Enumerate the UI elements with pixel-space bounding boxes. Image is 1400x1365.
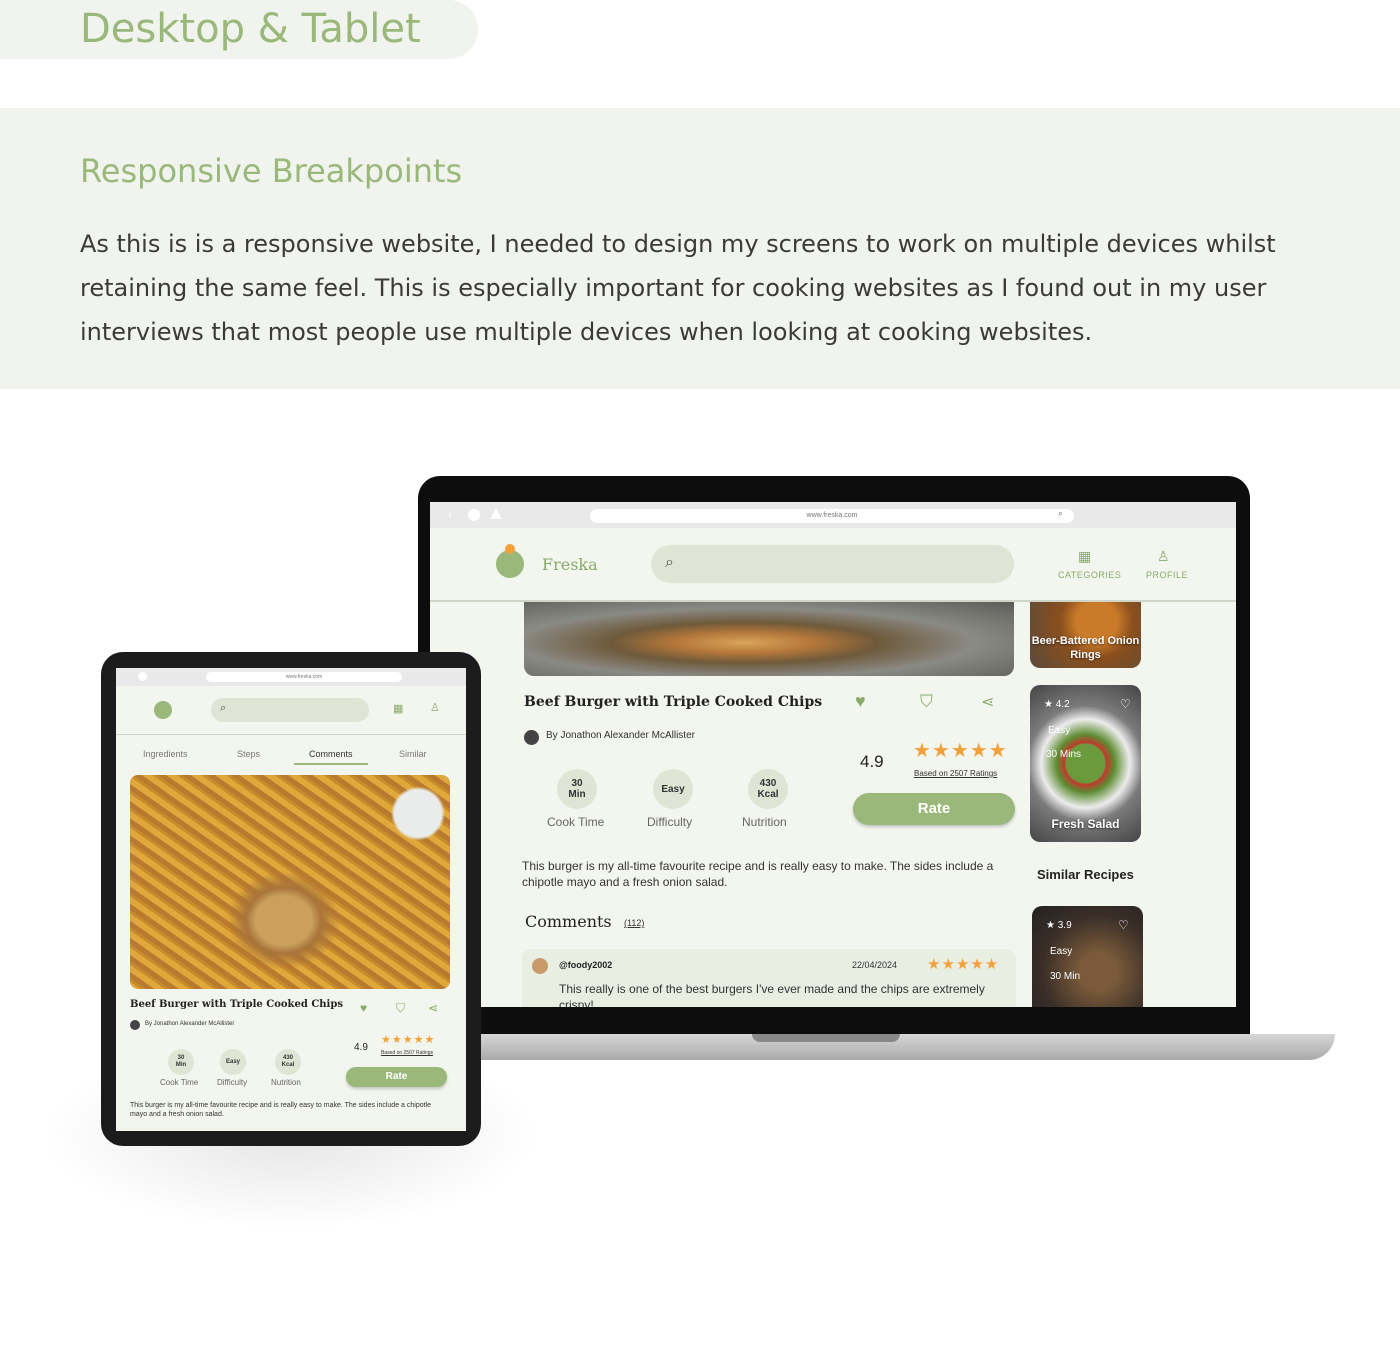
- similar-card-heart-icon[interactable]: ♡: [1118, 918, 1129, 932]
- reload-icon[interactable]: [138, 672, 147, 681]
- similar-card-onion-rings[interactable]: Beer-Battered Onion Rings: [1030, 602, 1141, 668]
- comment-card: @foody2002 22/04/2024 ★★★★★ This really …: [522, 949, 1016, 1007]
- share-icon[interactable]: ⋖: [428, 1001, 438, 1015]
- back-icon[interactable]: ‹: [448, 507, 452, 521]
- similar-card-title: Fresh Salad: [1051, 817, 1120, 831]
- tab-steps[interactable]: Steps: [237, 749, 260, 759]
- laptop-notch: [752, 1034, 900, 1042]
- stat-nutrition-value: 430 Kcal: [748, 769, 788, 809]
- stat-difficulty-label: Difficulty: [647, 815, 693, 829]
- stat-nutrition-value: 430 Kcal: [275, 1049, 301, 1075]
- rating-stars: ★★★★★: [913, 740, 1008, 762]
- url-bar[interactable]: www.freska.com: [590, 509, 1074, 523]
- similar-card-rating: ★ 3.9: [1046, 920, 1072, 931]
- comment-date: 22/04/2024: [852, 960, 898, 970]
- comment-user[interactable]: @foody2002: [559, 960, 612, 970]
- search-input[interactable]: ⌕: [651, 545, 1014, 583]
- rating-value: 4.9: [354, 1042, 368, 1053]
- commenter-avatar[interactable]: [532, 958, 548, 974]
- similar-card-heart-icon[interactable]: ♡: [1120, 697, 1131, 711]
- intro-heading: Responsive Breakpoints: [80, 152, 463, 190]
- recipe-title: Beef Burger with Triple Cooked Chips: [130, 999, 343, 1010]
- nav-profile[interactable]: PROFILE: [1146, 570, 1188, 580]
- stat-nutrition-label: Nutrition: [742, 815, 787, 829]
- similar-card-title: Beer-Battered Onion Rings: [1031, 635, 1140, 661]
- search-icon: ⌕: [665, 554, 674, 571]
- stat-cook-time-value: 30 Min: [557, 769, 597, 809]
- categories-grid-icon[interactable]: ▦: [1078, 548, 1091, 565]
- recipe-title: Beef Burger with Triple Cooked Chips: [524, 694, 823, 710]
- tablet-browser-bar: www.freska.com: [116, 668, 466, 686]
- app-header: Freska ⌕ ▦ CATEGORIES ♙ PROFILE: [430, 528, 1236, 602]
- url-text: www.freska.com: [285, 674, 323, 680]
- recipe-hero-image: [524, 602, 1014, 676]
- url-bar[interactable]: www.freska.com: [206, 672, 402, 682]
- similar-card-difficulty: Easy: [1048, 725, 1071, 736]
- ratings-count-link[interactable]: Based on 2507 Ratings: [914, 769, 997, 778]
- recipe-author[interactable]: By Jonathon Alexander McAllister: [546, 730, 695, 741]
- stat-cook-time-label: Cook Time: [547, 815, 605, 829]
- comment-stars: ★★★★★: [927, 956, 1000, 973]
- stat-difficulty-value: Easy: [220, 1049, 246, 1075]
- similar-recipes-heading: Similar Recipes: [1037, 867, 1134, 882]
- similar-card-rating: ★ 4.2: [1044, 699, 1070, 710]
- search-icon: ⌕: [1058, 508, 1064, 518]
- similar-card-third[interactable]: ★ 3.9 ♡ Easy 30 Min: [1032, 906, 1143, 1007]
- recipe-description: This burger is my all-time favourite rec…: [130, 1102, 432, 1118]
- rate-button[interactable]: Rate: [853, 793, 1015, 825]
- profile-icon[interactable]: ♙: [1157, 548, 1170, 565]
- similar-card-time: 30 Mins: [1046, 749, 1082, 760]
- stat-difficulty-label: Difficulty: [217, 1078, 248, 1087]
- author-avatar[interactable]: [130, 1020, 140, 1030]
- section-title: Desktop & Tablet: [80, 6, 421, 52]
- similar-card-difficulty: Easy: [1050, 946, 1073, 957]
- profile-icon[interactable]: ♙: [430, 701, 440, 714]
- browser-bar: ‹ www.freska.com ⌕: [430, 502, 1236, 528]
- logo-food-icon: [505, 544, 515, 554]
- logo-bowl-icon[interactable]: [496, 544, 524, 578]
- reload-icon[interactable]: [468, 509, 480, 521]
- tab-comments[interactable]: Comments: [309, 749, 353, 759]
- rate-button[interactable]: Rate: [346, 1067, 447, 1087]
- brand-name[interactable]: Freska: [542, 555, 598, 574]
- rating-stars: ★★★★★: [381, 1034, 436, 1046]
- tab-similar[interactable]: Similar: [399, 749, 427, 759]
- rating-value: 4.9: [860, 752, 884, 771]
- nav-categories[interactable]: CATEGORIES: [1058, 570, 1121, 580]
- url-text: www.freska.com: [806, 512, 858, 519]
- bookmark-icon[interactable]: ⛉: [920, 692, 933, 712]
- categories-grid-icon[interactable]: ▦: [393, 702, 403, 715]
- bookmark-icon[interactable]: ⛉: [396, 1001, 405, 1016]
- author-avatar[interactable]: [524, 730, 539, 745]
- tablet-screen: www.freska.com ⌕ ▦ ♙ Ingredients Steps C…: [116, 668, 466, 1131]
- stat-cook-time-value: 30 Min: [168, 1049, 194, 1075]
- comments-count[interactable]: (112): [624, 918, 644, 928]
- ratings-count-link[interactable]: Based on 2507 Ratings: [381, 1050, 433, 1056]
- comments-heading: Comments: [525, 912, 612, 931]
- favorite-heart-icon[interactable]: ♥: [360, 1001, 367, 1015]
- favorite-heart-icon[interactable]: ♥: [855, 691, 866, 712]
- intro-body: As this is is a responsive website, I ne…: [80, 230, 1276, 346]
- stat-cook-time-label: Cook Time: [160, 1078, 199, 1087]
- recipe-description: This burger is my all-time favourite rec…: [522, 859, 994, 889]
- active-tab-indicator: [294, 763, 368, 765]
- logo-bowl-icon[interactable]: [154, 701, 172, 719]
- tablet-header: ⌕ ▦ ♙: [116, 686, 466, 735]
- stat-difficulty-value: Easy: [653, 769, 693, 809]
- search-input[interactable]: ⌕: [211, 698, 369, 722]
- similar-card-fresh-salad[interactable]: ★ 4.2 ♡ Easy 30 Mins Fresh Salad: [1030, 685, 1141, 842]
- laptop-screen: ‹ www.freska.com ⌕ Freska ⌕ ▦ CATEGORIES…: [430, 502, 1236, 1007]
- tab-ingredients[interactable]: Ingredients: [143, 749, 188, 759]
- stat-nutrition-label: Nutrition: [271, 1078, 301, 1087]
- similar-card-time: 30 Min: [1050, 971, 1081, 982]
- recipe-author[interactable]: By Jonathon Alexander McAllister: [145, 1021, 234, 1027]
- share-icon[interactable]: ⋖: [981, 692, 994, 712]
- home-icon[interactable]: [490, 508, 502, 519]
- comment-text: This really is one of the best burgers I…: [559, 982, 985, 1007]
- recipe-hero-image: [130, 775, 450, 989]
- search-icon: ⌕: [220, 702, 227, 714]
